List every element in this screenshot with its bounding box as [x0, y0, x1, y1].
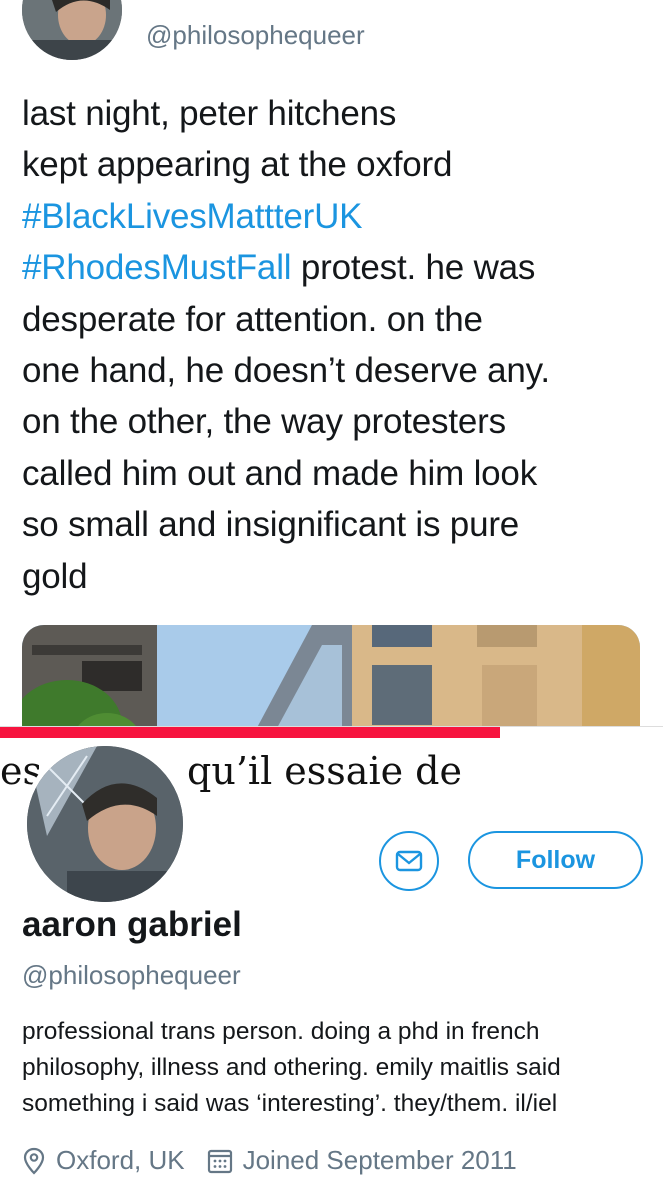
profile-handle: @philosophequeer: [22, 960, 241, 990]
location-item: Oxford, UK: [22, 1145, 185, 1176]
tweet-line: called him out and made him look: [22, 448, 652, 499]
tweet-text: last night, peter hitchens kept appearin…: [22, 88, 652, 602]
profile-name: aaron gabriel: [22, 905, 242, 944]
calendar-icon: [207, 1149, 232, 1173]
tweet-line-text: one hand, he doesn’t deserve any.: [22, 351, 550, 391]
bio-line: philosophy, illness and othering. emily …: [22, 1054, 561, 1081]
tweet-line-text: desperate for attention. on the: [22, 299, 483, 339]
message-button[interactable]: [379, 831, 439, 891]
tweet-line: one hand, he doesn’t deserve any.: [22, 345, 652, 396]
location-text: Oxford, UK: [56, 1145, 185, 1175]
tweet-avatar[interactable]: [22, 0, 122, 60]
tweet-line-text: last night, peter hitchens: [22, 94, 397, 133]
profile-avatar[interactable]: [22, 741, 188, 907]
hashtag-link[interactable]: #BlackLivesMattterUK: [22, 197, 362, 236]
tweet-line-text: so small and insignificant is pure: [22, 505, 520, 545]
tweet-media-image[interactable]: [22, 625, 640, 726]
tweet-line-text: on the other, the way protesters: [22, 402, 506, 442]
tweet-line-text: kept appearing at the oxford: [22, 145, 453, 185]
tweet-line: gold: [22, 551, 652, 602]
tweet-line: kept appearing at the oxford: [22, 139, 652, 190]
location-pin-icon: [23, 1147, 45, 1175]
red-highlight-rule: [0, 727, 500, 738]
tweet-line: #RhodesMustFall protest. he was: [22, 242, 652, 293]
follow-button[interactable]: Follow: [468, 831, 643, 889]
bio-line: something i said was ‘interesting’. they…: [22, 1090, 558, 1117]
tweet-line: last night, peter hitchens: [22, 88, 652, 139]
tweet-line: desperate for attention. on the: [22, 294, 652, 345]
tweet-line-text: protest. he was: [291, 248, 536, 288]
tweet-line-text: called him out and made him look: [22, 453, 537, 493]
tweet-line-text: gold: [22, 556, 88, 596]
joined-item: Joined September 2011: [207, 1145, 517, 1176]
tweet-handle[interactable]: @philosophequeer: [146, 20, 365, 51]
profile-bio: professional trans person. doing a phd i…: [22, 1014, 647, 1122]
envelope-icon: [395, 850, 423, 872]
hashtag-link[interactable]: #RhodesMustFall: [22, 248, 292, 287]
tweet-card: @philosophequeer last night, peter hitch…: [0, 0, 663, 726]
joined-text: Joined September 2011: [242, 1145, 517, 1175]
profile-meta: Oxford, UK Joined September 2011: [22, 1145, 517, 1176]
bio-line: professional trans person. doing a phd i…: [22, 1018, 540, 1045]
tweet-line: on the other, the way protesters: [22, 396, 652, 447]
tweet-line: #BlackLivesMattterUK: [22, 191, 652, 242]
tweet-line: so small and insignificant is pure: [22, 499, 652, 550]
